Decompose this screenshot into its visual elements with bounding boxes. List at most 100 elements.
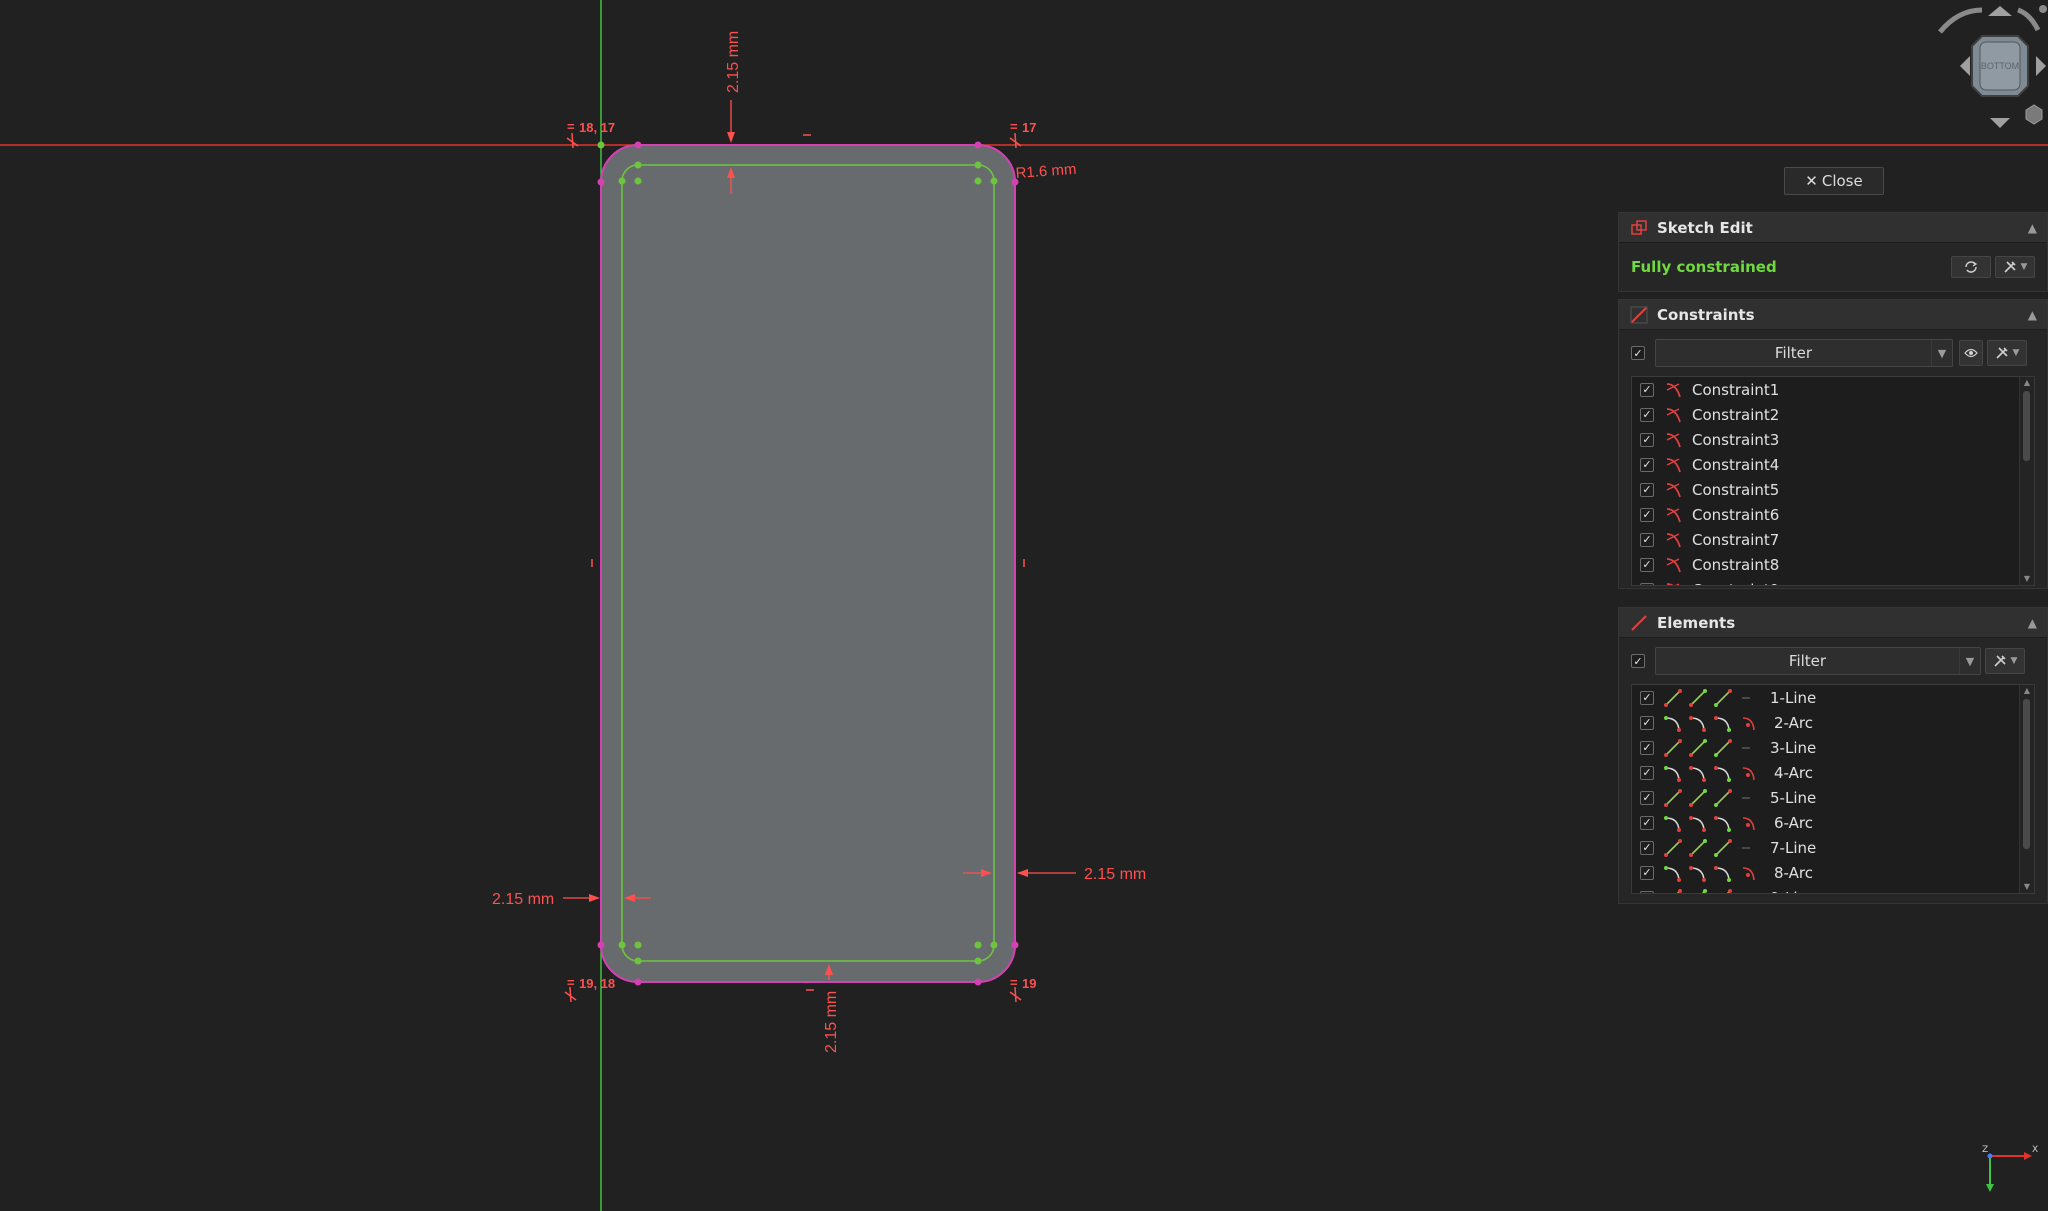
- constraint-checkbox[interactable]: ✓: [1640, 432, 1654, 447]
- elements-select-all-checkbox[interactable]: ✓: [1631, 654, 1645, 668]
- line-element-icons: [1664, 688, 1760, 707]
- elements-header[interactable]: Elements ▲: [1619, 608, 2047, 638]
- elements-settings-button[interactable]: ▼: [1985, 648, 2025, 674]
- constraint-checkbox[interactable]: ✓: [1640, 407, 1654, 422]
- elements-filter-dropdown[interactable]: Filter ▼: [1655, 647, 1981, 675]
- settings-icon: [2003, 261, 2016, 273]
- axis-cross-gizmo: X Z: [1982, 1145, 2038, 1192]
- constraint-row[interactable]: ✓ Constraint9: [1632, 577, 2034, 586]
- collapse-icon[interactable]: ▲: [2028, 616, 2037, 630]
- constraint-label: Constraint9: [1692, 581, 1779, 586]
- nav-down-arrow-icon[interactable]: [1990, 118, 2010, 128]
- sketch-edit-icon: [1631, 219, 1647, 235]
- constraints-list[interactable]: ✓ Constraint1 ✓ Constraint2 ✓ Constraint3 ✓ Con…: [1631, 376, 2035, 586]
- element-checkbox[interactable]: ✓: [1640, 790, 1654, 805]
- navcube-menu-dot[interactable]: [2039, 5, 2047, 13]
- element-label: 6-Arc: [1774, 813, 1813, 832]
- constraint-icon: [1630, 306, 1648, 323]
- sketch-edit-header[interactable]: Sketch Edit ▲: [1619, 213, 2047, 243]
- line-element-icons: [1664, 738, 1760, 757]
- element-row[interactable]: ✓ 4-Arc: [1632, 760, 2034, 785]
- rotate-left-arrow-icon[interactable]: [1938, 7, 1983, 34]
- navigation-cube[interactable]: BOTTOM: [1910, 0, 2048, 130]
- element-checkbox[interactable]: ✓: [1640, 815, 1654, 830]
- tangent-constraint-icon: [1666, 482, 1681, 497]
- element-row[interactable]: ✓ 6-Arc: [1632, 810, 2034, 835]
- sketch-edit-panel: Sketch Edit ▲ Fully constrained ▼: [1618, 212, 2048, 292]
- element-checkbox[interactable]: ✓: [1640, 715, 1654, 730]
- refresh-button[interactable]: [1951, 256, 1991, 278]
- constraint-row[interactable]: ✓ Constraint6: [1632, 502, 2034, 527]
- constraint-row[interactable]: ✓ Constraint4: [1632, 452, 2034, 477]
- constraint-row[interactable]: ✓ Constraint8: [1632, 552, 2034, 577]
- dimension-top-label: 2.15 mm: [725, 31, 742, 93]
- settings-icon: [1993, 655, 2006, 667]
- element-checkbox[interactable]: ✓: [1640, 690, 1654, 705]
- element-checkbox[interactable]: ✓: [1640, 865, 1654, 880]
- constraint-row[interactable]: ✓ Constraint5: [1632, 477, 2034, 502]
- settings-icon: [1995, 347, 2008, 359]
- constraints-settings-button[interactable]: ▼: [1987, 340, 2027, 366]
- constraint-label: Constraint8: [1692, 555, 1780, 574]
- constraint-row[interactable]: ✓ Constraint1: [1632, 377, 2034, 402]
- constraint-label: Constraint5: [1692, 480, 1780, 499]
- constraints-scrollbar[interactable]: ▲ ▼: [2019, 377, 2034, 585]
- element-checkbox[interactable]: ✓: [1640, 740, 1654, 755]
- sketch-edit-title: Sketch Edit: [1657, 218, 1753, 237]
- close-button[interactable]: ✕ Close: [1784, 167, 1884, 195]
- label-bottom-right: 19: [1022, 976, 1036, 991]
- element-checkbox[interactable]: ✓: [1640, 890, 1654, 893]
- constraint-label: Constraint4: [1692, 455, 1780, 474]
- constraint-checkbox[interactable]: ✓: [1640, 457, 1654, 472]
- rotate-right-arrow-icon[interactable]: [2017, 7, 2041, 32]
- svg-text:=: =: [1010, 119, 1018, 134]
- element-row[interactable]: ✓ 8-Arc: [1632, 860, 2034, 885]
- arc-element-icons: [1664, 714, 1764, 732]
- element-row[interactable]: ✓ 1-Line: [1632, 685, 2034, 710]
- constraint-checkbox[interactable]: ✓: [1640, 507, 1654, 522]
- element-checkbox[interactable]: ✓: [1640, 765, 1654, 780]
- constraint-checkbox[interactable]: ✓: [1640, 532, 1654, 547]
- elements-scrollbar[interactable]: ▲ ▼: [2019, 685, 2034, 893]
- close-label: Close: [1821, 172, 1863, 190]
- dimension-radius[interactable]: R1.6 mm: [1015, 161, 1077, 182]
- outer-profile[interactable]: [600, 144, 1016, 983]
- tangent-constraint-icon: [1666, 432, 1681, 447]
- constraint-row[interactable]: ✓ Constraint3: [1632, 427, 2034, 452]
- sketch-viewport[interactable]: = 18, 17 = 17 = 19, 18 = 19 2.15 mm 2.15 mm …: [0, 0, 2048, 1211]
- collapse-icon[interactable]: ▲: [2028, 308, 2037, 322]
- element-row[interactable]: ✓ 2-Arc: [1632, 710, 2034, 735]
- elements-filter-label: Filter: [1788, 652, 1827, 670]
- element-line-icon: [1631, 614, 1647, 631]
- sketch-settings-button[interactable]: ▼: [1995, 256, 2035, 278]
- constraint-row[interactable]: ✓ Constraint2: [1632, 402, 2034, 427]
- constraint-checkbox[interactable]: ✓: [1640, 382, 1654, 397]
- element-checkbox[interactable]: ✓: [1640, 840, 1654, 855]
- constraint-checkbox[interactable]: ✓: [1640, 557, 1654, 572]
- element-row[interactable]: ✓ 5-Line: [1632, 785, 2034, 810]
- element-row[interactable]: ✓ 3-Line: [1632, 735, 2034, 760]
- elements-list[interactable]: ✓ 1-Line ✓ 2-Arc ✓ 3-Line ✓ 4-Arc ✓ 5-Line ✓ 6-Arc ✓…: [1631, 684, 2035, 894]
- element-row[interactable]: ✓ 7-Line: [1632, 835, 2034, 860]
- arc-element-icons: [1664, 864, 1764, 882]
- element-label: 4-Arc: [1774, 763, 1813, 782]
- nav-left-arrow-icon[interactable]: [1960, 56, 1970, 76]
- constraints-panel: Constraints ▲ ✓ Filter ▼ ▼ ✓ Constraint1 ✓…: [1618, 299, 2048, 589]
- constraint-checkbox[interactable]: ✓: [1640, 582, 1654, 585]
- collapse-icon[interactable]: ▲: [2028, 221, 2037, 235]
- element-row[interactable]: ✓ 9-Line: [1632, 885, 2034, 893]
- nav-right-arrow-icon[interactable]: [2036, 56, 2046, 76]
- constraints-select-all-checkbox[interactable]: ✓: [1631, 346, 1645, 360]
- constraint-label: Constraint2: [1692, 405, 1780, 424]
- constraint-checkbox[interactable]: ✓: [1640, 482, 1654, 497]
- nav-up-arrow-icon[interactable]: [1988, 6, 2012, 16]
- tangent-constraint-icon: [1666, 457, 1681, 472]
- constraints-header[interactable]: Constraints ▲: [1619, 300, 2047, 330]
- constraints-filter-dropdown[interactable]: Filter ▼: [1655, 339, 1953, 367]
- chevron-down-icon: ▼: [1959, 648, 1980, 674]
- navcube-iso-icon[interactable]: [2025, 104, 2043, 125]
- constraint-row[interactable]: ✓ Constraint7: [1632, 527, 2034, 552]
- navcube-face-label: BOTTOM: [1981, 61, 2019, 71]
- tangent-constraint-icon: [1666, 532, 1681, 547]
- constraints-visibility-button[interactable]: [1959, 340, 1983, 366]
